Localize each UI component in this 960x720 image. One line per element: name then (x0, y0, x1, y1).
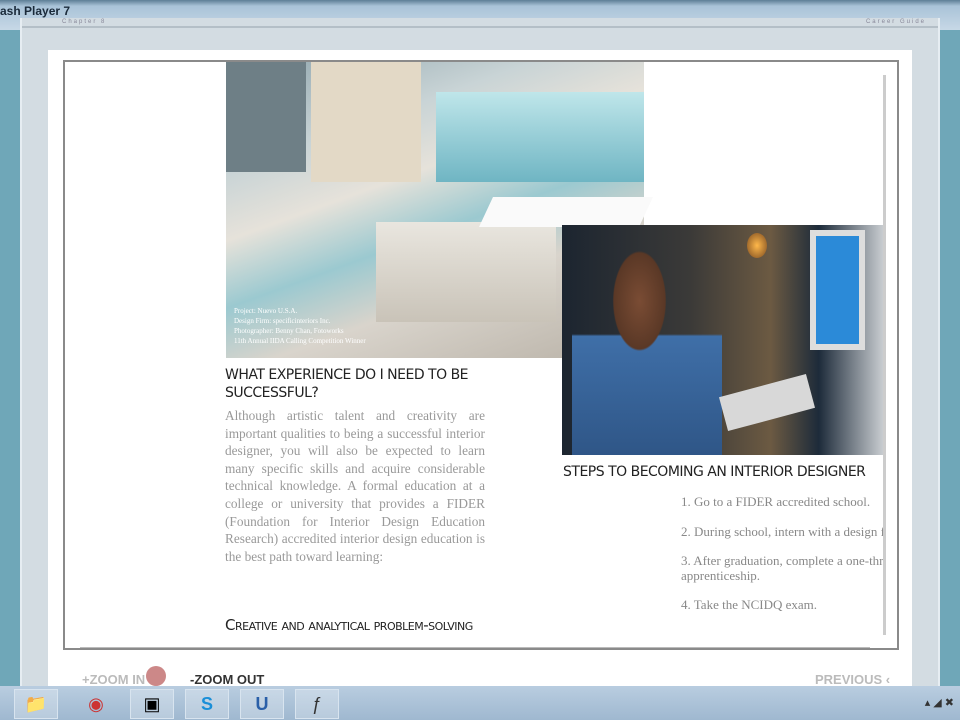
section-heading: WHAT EXPERIENCE DO I NEED TO BE SUCCESSF… (225, 367, 469, 401)
subsection-heading: Creative and analytical problem-solving (225, 616, 473, 634)
taskbar: 📁 ◉ ▣ S U ƒ ▴ ◢ ✖ (0, 686, 960, 720)
photo-caption: Project: Nuevo U.S.A. Design Firm: speci… (234, 306, 366, 346)
flash-icon[interactable]: ƒ (295, 689, 339, 719)
window-title: ash Player 7 (0, 4, 71, 18)
step-item: 2. During school, intern with a design f… (681, 523, 883, 539)
section-body: Although artistic talent and creativity … (225, 408, 485, 564)
previous-button[interactable]: PREVIOUS ‹ (815, 672, 890, 687)
frame-header: Chapter 8 Career Guide (22, 18, 938, 28)
caption-line: Design Firm: specificinteriors Inc. (234, 317, 331, 325)
guide-label: Career Guide (865, 19, 926, 25)
recycle-icon[interactable]: U (240, 689, 284, 719)
caption-line: Photographer: Benny Chan, Fotoworks (234, 327, 344, 335)
app-icon[interactable]: ▣ (130, 689, 174, 719)
caption-line: 11th Annual IIDA Calling Competition Win… (234, 337, 366, 345)
steps-heading: STEPS TO BECOMING AN INTERIOR DESIGNER (563, 464, 866, 480)
skype-icon[interactable]: S (185, 689, 229, 719)
system-tray[interactable]: ▴ ◢ ✖ (925, 696, 954, 709)
step-item: 1. Go to a FIDER accredited school. (681, 495, 871, 509)
chrome-icon[interactable]: ◉ (74, 689, 118, 719)
explorer-icon[interactable]: 📁 (14, 689, 58, 719)
designer-photo (562, 225, 883, 455)
zoom-out-button[interactable]: -ZOOM OUT (190, 672, 264, 687)
divider (80, 647, 870, 648)
step-item: 4. Take the NCIDQ exam. (681, 597, 818, 612)
step-item: 3. After graduation, complete a one-thre… (681, 553, 883, 583)
scrollbar[interactable] (883, 75, 886, 635)
zoom-in-button[interactable]: +ZOOM IN (82, 672, 145, 687)
steps-list: 1. Go to a FIDER accredited school. 2. D… (681, 495, 883, 628)
cursor-icon (146, 666, 166, 686)
caption-line: Project: Nuevo U.S.A. (234, 307, 298, 315)
chapter-label: Chapter 8 (62, 19, 107, 25)
